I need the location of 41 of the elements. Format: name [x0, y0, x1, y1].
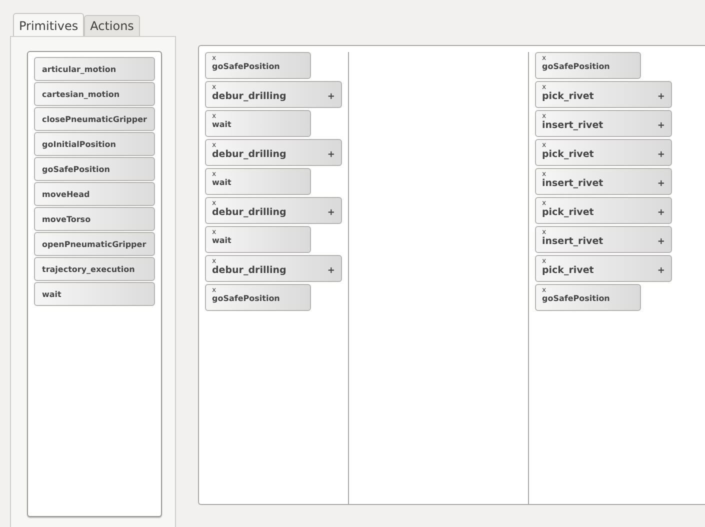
primitive-item[interactable]: goSafePosition	[34, 157, 155, 181]
primitive-item[interactable]: cartesian_motion	[34, 82, 155, 106]
expand-button[interactable]: +	[657, 236, 665, 246]
expand-button[interactable]: +	[657, 178, 665, 188]
block-label: insert_rivet	[542, 120, 604, 131]
block-label: goSafePosition	[212, 294, 280, 303]
block-label: goSafePosition	[542, 62, 610, 71]
primitive-item[interactable]: closePneumaticGripper	[34, 107, 155, 131]
expand-button[interactable]: +	[657, 208, 665, 218]
expand-button[interactable]: +	[657, 120, 665, 130]
block-label: wait	[212, 120, 232, 129]
block-label: insert_rivet	[542, 178, 604, 189]
block-label: wait	[212, 236, 232, 245]
tab[interactable]: Primitives	[13, 13, 84, 36]
primitive-item[interactable]: wait	[34, 282, 155, 306]
block-label: pick_rivet	[542, 149, 594, 160]
primitive-item[interactable]: openPneumaticGripper	[34, 232, 155, 256]
primitive-item[interactable]: trajectory_execution	[34, 257, 155, 281]
primitive-item[interactable]: moveTorso	[34, 207, 155, 231]
expand-button[interactable]: +	[657, 266, 665, 276]
expand-button[interactable]: +	[327, 208, 335, 218]
block-label: pick_rivet	[542, 91, 594, 102]
block-label: goSafePosition	[542, 294, 610, 303]
primitive-item[interactable]: articular_motion	[34, 57, 155, 81]
block-label: pick_rivet	[542, 207, 594, 218]
block-label: debur_drilling	[212, 149, 286, 160]
tab[interactable]: Actions	[84, 15, 140, 36]
expand-button[interactable]: +	[327, 92, 335, 102]
primitive-item[interactable]: goInitialPosition	[34, 132, 155, 156]
block-label: debur_drilling	[212, 207, 286, 218]
block-label: pick_rivet	[542, 265, 594, 276]
block-label: insert_rivet	[542, 236, 604, 247]
expand-button[interactable]: +	[657, 92, 665, 102]
block-label: debur_drilling	[212, 91, 286, 102]
expand-button[interactable]: +	[657, 150, 665, 160]
block-label: goSafePosition	[212, 62, 280, 71]
expand-button[interactable]: +	[327, 150, 335, 160]
expand-button[interactable]: +	[327, 266, 335, 276]
primitive-item[interactable]: moveHead	[34, 182, 155, 206]
block-label: wait	[212, 178, 232, 187]
block-label: debur_drilling	[212, 265, 286, 276]
